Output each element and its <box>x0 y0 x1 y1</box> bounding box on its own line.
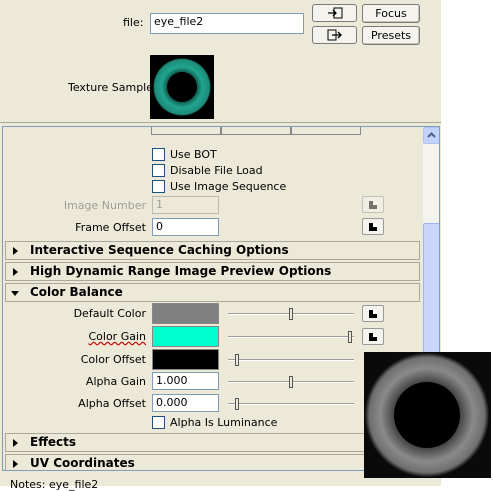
section-interactive-caching[interactable]: Interactive Sequence Caching Options <box>5 241 420 260</box>
slider-track <box>228 403 354 405</box>
disable-file-load-label: Disable File Load <box>170 164 263 177</box>
tab-stub <box>221 127 291 135</box>
section-title: Effects <box>30 435 77 449</box>
import-file-button[interactable] <box>312 4 357 22</box>
section-title: Interactive Sequence Caching Options <box>30 243 289 257</box>
scroll-up-button[interactable] <box>423 127 439 144</box>
slider-track <box>228 336 354 338</box>
separator <box>0 122 441 123</box>
use-image-sequence-checkbox[interactable] <box>152 180 165 193</box>
file-name-field[interactable]: eye_file2 <box>150 13 304 34</box>
slider-handle[interactable] <box>348 331 352 343</box>
disable-file-load-checkbox[interactable] <box>152 164 165 177</box>
slider-handle[interactable] <box>235 398 239 410</box>
frame-offset-label: Frame Offset <box>75 221 146 234</box>
color-gain-slider[interactable] <box>228 331 354 343</box>
presets-button[interactable]: Presets <box>362 26 420 45</box>
alpha-gain-field[interactable]: 1.000 <box>152 372 219 390</box>
section-hdr-preview[interactable]: High Dynamic Range Image Preview Options <box>5 262 420 281</box>
image-number-field: 1 <box>152 196 219 214</box>
import-icon <box>327 7 342 19</box>
expand-arrow-icon <box>13 247 18 255</box>
section-title: UV Coordinates <box>30 456 135 470</box>
expand-arrow-icon <box>13 460 18 468</box>
use-bot-label: Use BOT <box>170 148 217 161</box>
image-number-label: Image Number <box>63 199 146 212</box>
chevron-up-icon <box>427 132 436 138</box>
alpha-offset-slider[interactable] <box>228 398 354 410</box>
slider-track <box>228 359 354 361</box>
section-title: Color Balance <box>30 285 123 299</box>
color-gain-swatch[interactable] <box>152 326 219 347</box>
texture-preview-popup <box>364 352 491 478</box>
use-bot-checkbox[interactable] <box>152 148 165 161</box>
color-gain-label: Color Gain <box>88 330 146 343</box>
expand-arrow-icon <box>13 268 18 276</box>
expand-arrow-icon <box>13 439 18 447</box>
alpha-gain-label: Alpha Gain <box>85 375 146 388</box>
tab-stub <box>291 127 361 135</box>
focus-button[interactable]: Focus <box>362 4 420 23</box>
export-icon <box>327 29 342 41</box>
texture-sample-thumbnail <box>150 55 214 119</box>
export-file-button[interactable] <box>312 26 357 44</box>
color-gain-map-button[interactable] <box>362 328 384 345</box>
default-color-map-button[interactable] <box>362 305 384 322</box>
color-offset-slider[interactable] <box>228 354 354 366</box>
slider-handle[interactable] <box>289 376 293 388</box>
default-color-label: Default Color <box>73 307 146 320</box>
use-image-sequence-label: Use Image Sequence <box>170 180 287 193</box>
default-color-swatch[interactable] <box>152 303 219 324</box>
slider-handle[interactable] <box>235 354 239 366</box>
file-label: file: <box>123 16 144 29</box>
collapse-arrow-icon <box>11 291 19 296</box>
tab-stub <box>151 127 221 135</box>
slider-handle[interactable] <box>289 308 293 320</box>
alpha-offset-field[interactable]: 0.000 <box>152 394 219 412</box>
frame-offset-field[interactable]: 0 <box>152 218 219 236</box>
alpha-gain-slider[interactable] <box>228 376 354 388</box>
section-color-balance[interactable]: Color Balance <box>5 283 420 302</box>
alpha-offset-label: Alpha Offset <box>78 397 146 410</box>
notes-label: Notes: eye_file2 <box>10 478 99 491</box>
section-uv-coordinates[interactable]: UV Coordinates <box>5 454 420 470</box>
color-offset-label: Color Offset <box>80 353 146 366</box>
frame-offset-map-button[interactable] <box>362 218 384 235</box>
section-effects[interactable]: Effects <box>5 433 420 452</box>
alpha-is-luminance-checkbox[interactable] <box>152 416 165 429</box>
default-color-slider[interactable] <box>228 308 354 320</box>
section-title: High Dynamic Range Image Preview Options <box>30 264 332 278</box>
image-number-map-button <box>362 196 384 213</box>
color-offset-swatch[interactable] <box>152 349 219 370</box>
texture-sample-label: Texture Sample <box>68 81 154 94</box>
iris-preview-image <box>365 353 489 477</box>
alpha-is-luminance-label: Alpha Is Luminance <box>170 416 278 429</box>
